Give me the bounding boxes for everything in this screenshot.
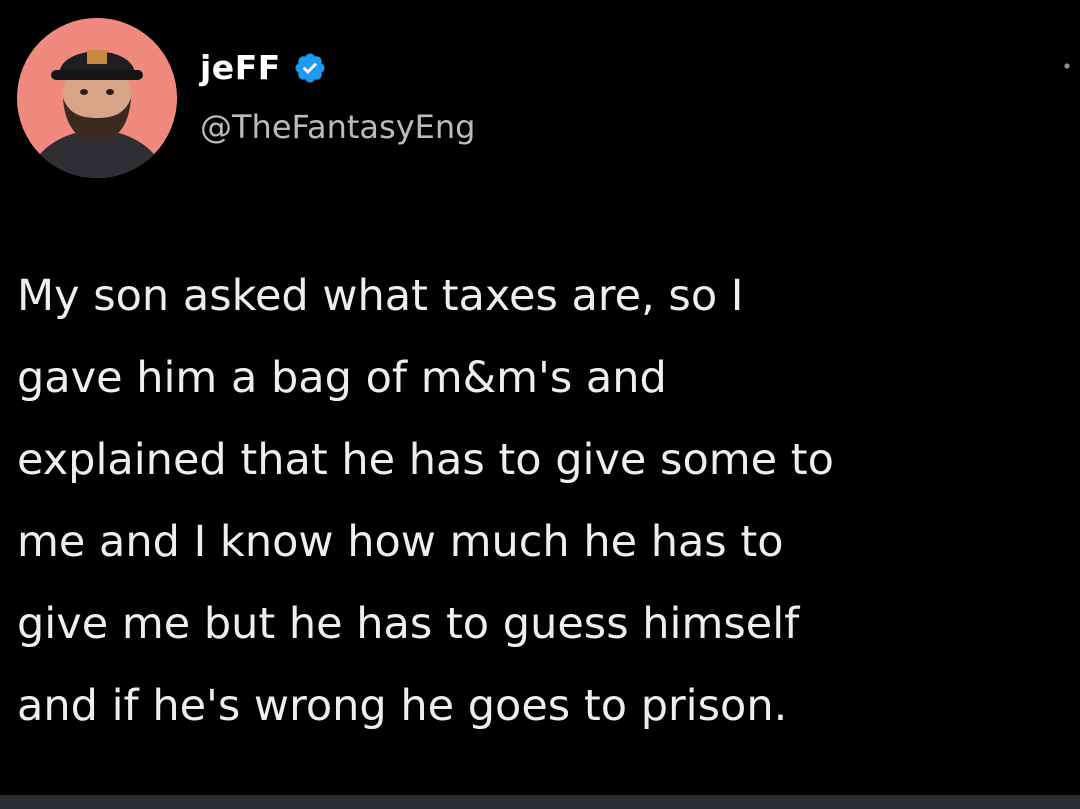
avatar[interactable]: [17, 18, 177, 178]
verified-badge-icon: [293, 51, 327, 85]
tweet-card: jeFF @TheFantasyEng My son asked what ta…: [0, 0, 1080, 809]
tweet-text-line: gave him a bag of m&m's and: [17, 353, 667, 403]
tweet-text-line: and if he's wrong he goes to prison.: [17, 681, 788, 731]
more-options-icon[interactable]: [1060, 60, 1074, 90]
tweet-text-line: give me but he has to guess himself: [17, 599, 800, 649]
profile-photo-icon: [17, 18, 177, 178]
tweet-text-line: me and I know how much he has to: [17, 517, 784, 567]
author-name-row: jeFF: [200, 48, 327, 87]
bottom-divider: [0, 795, 1080, 809]
author-display-name[interactable]: jeFF: [200, 48, 281, 87]
author-handle[interactable]: @TheFantasyEng: [200, 108, 475, 146]
tweet-header: jeFF @TheFantasyEng: [0, 0, 1080, 200]
tweet-text: My son asked what taxes are, so I gave h…: [17, 255, 1077, 747]
tweet-text-line: explained that he has to give some to: [17, 435, 834, 485]
tweet-text-line: My son asked what taxes are, so I: [17, 271, 744, 321]
